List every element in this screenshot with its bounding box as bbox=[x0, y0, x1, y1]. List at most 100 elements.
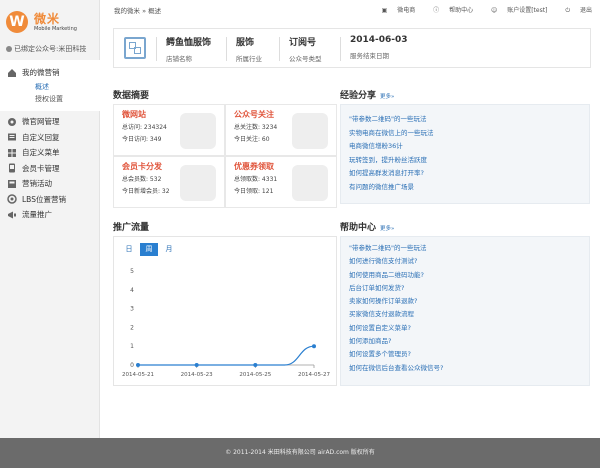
service-end-value: 2014-06-03 bbox=[350, 35, 408, 45]
service-end-info: 2014-06-03 服务结束日期 bbox=[350, 35, 408, 63]
card-icon bbox=[7, 163, 17, 173]
sidebar-nav: 我的微营销 概述 授权设置 微官网管理 自定义回复 自定义菜单 会员卡管理 营销… bbox=[0, 60, 100, 223]
site-bg-icon bbox=[180, 113, 216, 149]
tab-month[interactable]: 月 bbox=[160, 243, 178, 256]
shop-link[interactable]: ▣ 微电商 bbox=[374, 7, 416, 14]
qr-code-icon[interactable] bbox=[124, 37, 146, 59]
sidebar-item-lbs[interactable]: LBS位置营销 bbox=[0, 192, 100, 208]
help-title: 帮助中心 更多» bbox=[340, 220, 394, 233]
data-point bbox=[312, 344, 316, 349]
period-tabs: 日 周 月 bbox=[120, 243, 180, 256]
help-link-label: 帮助中心 bbox=[449, 7, 474, 14]
account-type-value: 订阅号 bbox=[289, 38, 317, 48]
store-name-info: 鳄鱼恤服饰 店铺名称 bbox=[166, 35, 211, 63]
summary-title-text: 数据摘要 bbox=[113, 91, 150, 101]
account-settings-link[interactable]: ☺ 账户设置[test] bbox=[483, 7, 547, 14]
check-icon bbox=[6, 46, 12, 52]
followers-bg-icon bbox=[292, 113, 328, 149]
sidebar-item-my-marketing[interactable]: 我的微营销 bbox=[0, 64, 100, 81]
data-point bbox=[253, 363, 258, 367]
menu-icon bbox=[7, 148, 17, 158]
experience-title: 经验分享 更多» bbox=[340, 88, 394, 101]
y-tick-label: 5 bbox=[130, 268, 134, 275]
help-link[interactable]: 如何使用商品二维码功能? bbox=[349, 269, 589, 282]
divider bbox=[279, 37, 280, 61]
store-name-label: 店铺名称 bbox=[166, 55, 192, 63]
industry-value: 服饰 bbox=[236, 38, 255, 48]
sidebar-item-label: 我的微营销 bbox=[22, 68, 60, 77]
summary-cell-coupon[interactable]: 优惠券领取 总领取数: 4331 今日领取: 121 bbox=[225, 156, 337, 208]
traffic-title: 推广流量 bbox=[113, 220, 149, 233]
divider bbox=[340, 37, 341, 61]
user-icon: ☺ bbox=[491, 7, 500, 14]
sidebar-subitem-auth-settings[interactable]: 授权设置 bbox=[0, 93, 100, 105]
help-link[interactable]: ⓘ 帮助中心 bbox=[425, 7, 473, 14]
logout-link[interactable]: ⏻ 退出 bbox=[557, 7, 592, 14]
sidebar-item-reply[interactable]: 自定义回复 bbox=[0, 130, 100, 146]
experience-link[interactable]: 如何提高群发消息打开率? bbox=[349, 167, 589, 181]
experience-link[interactable]: 玩转签到，提升粉丝活跃度 bbox=[349, 154, 589, 168]
divider bbox=[156, 37, 157, 61]
series-line bbox=[138, 345, 315, 366]
logo-mark-icon: W bbox=[6, 11, 28, 33]
logo[interactable]: W 微米 Mobile Marketing bbox=[6, 8, 96, 36]
help-link[interactable]: "带参数二维码"的一些玩法 bbox=[349, 242, 589, 255]
data-point bbox=[194, 363, 199, 367]
summary-cell-followers[interactable]: 公众号关注 总关注数: 3234 今日关注: 60 bbox=[225, 104, 337, 156]
help-icon: ⓘ bbox=[433, 7, 442, 14]
sidebar-item-site[interactable]: 微官网管理 bbox=[0, 114, 100, 130]
home-icon bbox=[7, 68, 17, 78]
logout-icon: ⏻ bbox=[565, 7, 572, 14]
sidebar-item-card[interactable]: 会员卡管理 bbox=[0, 161, 100, 177]
help-link[interactable]: 如何添加商品? bbox=[349, 335, 589, 348]
experience-title-text: 经验分享 bbox=[340, 91, 377, 101]
sidebar-subitem-overview[interactable]: 概述 bbox=[0, 81, 100, 93]
help-link[interactable]: 如何进行微信支付测试? bbox=[349, 255, 589, 268]
industry-label: 所属行业 bbox=[236, 55, 262, 63]
sidebar-item-label: 自定义回复 bbox=[22, 132, 60, 142]
experience-link[interactable]: "带参数二维码"的一些玩法 bbox=[349, 113, 589, 127]
store-name-value: 鳄鱼恤服饰 bbox=[166, 38, 212, 48]
copyright-text: © 2011-2014 米田科技有限公司 airAD.com 版权所有 bbox=[225, 449, 375, 456]
help-link[interactable]: 买家微信支付退款流程 bbox=[349, 308, 589, 321]
sidebar-item-promote[interactable]: 流量推广 bbox=[0, 207, 100, 223]
y-tick-label: 4 bbox=[130, 287, 134, 294]
help-list: "带参数二维码"的一些玩法 如何进行微信支付测试? 如何使用商品二维码功能? 后… bbox=[340, 236, 590, 386]
sidebar-item-label: LBS位置营销 bbox=[22, 194, 66, 204]
x-tick-label: 2014-05-25 bbox=[239, 372, 271, 378]
sidebar-item-label: 会员卡管理 bbox=[22, 163, 60, 173]
help-link[interactable]: 如何设置自定义菜单? bbox=[349, 322, 589, 335]
top-links: ▣ 微电商 ⓘ 帮助中心 ☺ 账户设置[test] ⏻ 退出 bbox=[366, 5, 592, 15]
footer: © 2011-2014 米田科技有限公司 airAD.com 版权所有 bbox=[0, 438, 600, 468]
service-end-label: 服务结束日期 bbox=[350, 52, 389, 60]
help-link[interactable]: 后台订单如何发货? bbox=[349, 282, 589, 295]
sidebar-item-activity[interactable]: 营销活动 bbox=[0, 176, 100, 192]
help-link[interactable]: 如何设置多个管理员? bbox=[349, 348, 589, 361]
sidebar-list: 微官网管理 自定义回复 自定义菜单 会员卡管理 营销活动 LBS位置营销 流量推… bbox=[0, 114, 100, 223]
y-tick-label: 2 bbox=[130, 324, 134, 331]
tab-week[interactable]: 周 bbox=[140, 243, 158, 256]
bound-account-text: 已绑定公众号:米田科技 bbox=[14, 45, 87, 53]
data-point bbox=[136, 363, 140, 367]
experience-link[interactable]: 电商微信增粉36计 bbox=[349, 140, 589, 154]
sidebar-item-menu[interactable]: 自定义菜单 bbox=[0, 145, 100, 161]
help-more-link[interactable]: 更多» bbox=[380, 226, 394, 232]
promote-icon bbox=[7, 210, 17, 220]
experience-link[interactable]: 有问题的微信推广场景 bbox=[349, 181, 589, 195]
experience-more-link[interactable]: 更多» bbox=[380, 94, 394, 100]
help-link[interactable]: 如何在微信后台查看公众微信号? bbox=[349, 362, 589, 375]
reply-icon bbox=[7, 132, 17, 142]
logo-name-cn: 微米 bbox=[34, 12, 61, 26]
sidebar-group-my-marketing: 我的微营销 概述 授权设置 bbox=[0, 60, 100, 111]
y-tick-label: 1 bbox=[130, 343, 134, 350]
experience-link[interactable]: 实物电商在微信上的一些玩法 bbox=[349, 127, 589, 141]
shop-icon: ▣ bbox=[381, 7, 390, 14]
tab-day[interactable]: 日 bbox=[120, 243, 138, 256]
summary-cell-site[interactable]: 微网站 总访问: 234324 今日访问: 349 bbox=[113, 104, 225, 156]
traffic-line-chart: 0 1 2 3 4 5 2014-05-21 2014-05-23 2014-05-25 2014… bbox=[122, 268, 330, 378]
y-tick-label: 3 bbox=[130, 306, 134, 313]
traffic-title-text: 推广流量 bbox=[113, 223, 150, 233]
help-link[interactable]: 卖家如何操作订单退款? bbox=[349, 295, 589, 308]
summary-cell-member-card[interactable]: 会员卡分发 总会员数: 532 今日新增会员: 32 bbox=[113, 156, 225, 208]
sidebar-item-label: 流量推广 bbox=[22, 210, 52, 220]
